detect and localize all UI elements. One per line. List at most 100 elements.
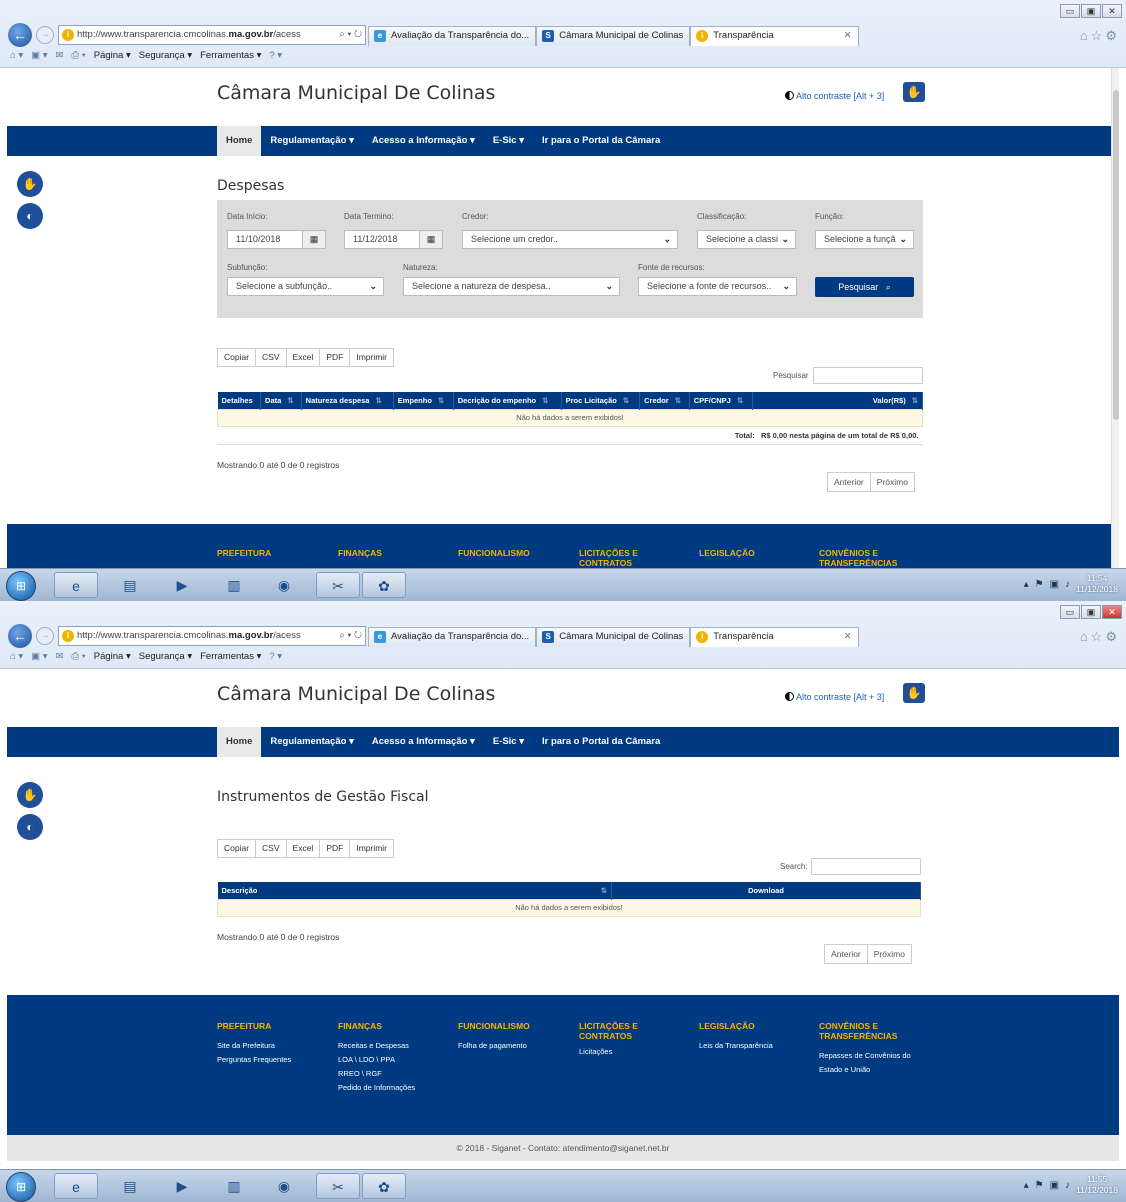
col-empenho[interactable]: Empenho ⇅	[393, 392, 454, 409]
network-icon[interactable]: ▣	[1050, 1180, 1059, 1191]
app-icon[interactable]: ✿	[362, 572, 406, 598]
home-favorites-tools-icons[interactable]: ⌂☆⚙	[1080, 629, 1120, 645]
nav-home[interactable]: Home	[217, 727, 262, 757]
nav-acesso-informacao[interactable]: Acesso a Informação ▾	[363, 126, 484, 156]
tray-arrow-icon[interactable]: ▴	[1024, 579, 1029, 590]
tools-icon[interactable]: ✂	[316, 1173, 360, 1199]
next-button[interactable]: Próximo	[866, 944, 912, 964]
tab-avaliacao[interactable]: e Avaliação da Transparência do...	[368, 26, 537, 46]
excel-button[interactable]: Excel	[285, 348, 321, 367]
col-descricao[interactable]: Descrição ⇅	[217, 882, 612, 899]
menu-ferramentas[interactable]: Ferramentas ▾	[200, 50, 261, 61]
nav-regulamentacao[interactable]: Regulamentação ▾	[261, 727, 362, 757]
start-button[interactable]: ⊞	[6, 571, 36, 601]
volume-icon[interactable]: ♪	[1065, 579, 1070, 590]
mail-icon[interactable]: ✉	[56, 50, 64, 61]
tray-flag-icon[interactable]: ⚑	[1035, 579, 1044, 590]
sign-language-icon[interactable]: ✋	[903, 82, 925, 102]
sign-language-icon[interactable]: ✋	[17, 782, 43, 808]
footer-link[interactable]: Repasses de Convênios do	[819, 1049, 939, 1063]
back-button[interactable]: ←	[8, 23, 32, 47]
natureza-select[interactable]: Selecione a natureza de despesa.. ⌄	[403, 277, 620, 296]
footer-link[interactable]: Perguntas Frequentes	[217, 1053, 337, 1067]
address-bar[interactable]: i http://www.transparencia.cmcolinas.ma.…	[58, 626, 366, 646]
maximize-button[interactable]: ▣	[1081, 605, 1101, 619]
menu-ferramentas[interactable]: Ferramentas ▾	[200, 651, 261, 662]
maximize-button[interactable]: ▣	[1081, 4, 1101, 18]
copy-button[interactable]: Copiar	[217, 348, 257, 367]
explorer-icon[interactable]: ▤	[108, 572, 152, 598]
search-button[interactable]: Pesquisar ⌕	[815, 277, 914, 297]
tab-camara[interactable]: S Câmara Municipal de Colinas	[536, 627, 691, 647]
contrast-link[interactable]: Alto contraste [Alt + 3]	[785, 91, 884, 101]
help-icon[interactable]: ? ▾	[269, 50, 282, 61]
sign-language-icon[interactable]: ✋	[17, 171, 43, 197]
tab-close-icon[interactable]: ✕	[844, 30, 852, 41]
menu-seguranca[interactable]: Segurança ▾	[139, 651, 192, 662]
document-icon[interactable]: ▥	[212, 572, 256, 598]
volume-icon[interactable]: ♪	[1065, 1180, 1070, 1191]
data-termino-input[interactable]: 11/12/2018	[344, 230, 420, 249]
print-icon[interactable]: ⎙ ▾	[72, 651, 86, 662]
footer-link[interactable]: LOA \ LDO \ PPA	[338, 1053, 458, 1067]
csv-button[interactable]: CSV	[255, 839, 287, 858]
next-button[interactable]: Próximo	[869, 472, 915, 492]
ie-icon[interactable]: e	[54, 1173, 98, 1199]
clock[interactable]: 11:55 11/12/2018	[1076, 1174, 1118, 1196]
home-favorites-tools-icons[interactable]: ⌂☆⚙	[1080, 28, 1120, 44]
funcao-select[interactable]: Selecione a funçã ⌄	[815, 230, 914, 249]
home-icon[interactable]: ⌂ ▾	[10, 651, 23, 662]
footer-link[interactable]: Site da Prefeitura	[217, 1039, 337, 1053]
tab-transparencia[interactable]: i Transparência ✕	[690, 26, 859, 46]
col-detalhes[interactable]: Detalhes	[217, 392, 262, 409]
chrome-icon[interactable]: ◉	[262, 1173, 306, 1199]
col-valor[interactable]: Valor(R$) ⇅	[752, 392, 923, 409]
forward-button[interactable]: →	[36, 627, 54, 645]
footer-link[interactable]: RREO \ RGF	[338, 1067, 458, 1081]
sign-language-icon[interactable]: ✋	[903, 683, 925, 703]
calendar-icon[interactable]: ▦	[419, 230, 443, 249]
chrome-icon[interactable]: ◉	[262, 572, 306, 598]
address-tools[interactable]: ⌕ ▾ ↻	[339, 627, 362, 645]
feeds-icon[interactable]: ▣ ▾	[31, 50, 47, 61]
credor-select[interactable]: Selecione um credor.. ⌄	[462, 230, 678, 249]
nav-esic[interactable]: E-Sic ▾	[484, 727, 533, 757]
table-search-input[interactable]	[813, 367, 923, 384]
menu-seguranca[interactable]: Segurança ▾	[139, 50, 192, 61]
nav-acesso-informacao[interactable]: Acesso a Informação ▾	[363, 727, 484, 757]
footer-link[interactable]: Receitas e Despesas	[338, 1039, 458, 1053]
forward-button[interactable]: →	[36, 26, 54, 44]
table-search-input[interactable]	[811, 858, 921, 875]
media-player-icon[interactable]: ▶	[160, 1173, 204, 1199]
excel-button[interactable]: Excel	[285, 839, 321, 858]
tab-avaliacao[interactable]: e Avaliação da Transparência do...	[368, 627, 537, 647]
nav-home[interactable]: Home	[217, 126, 262, 156]
feeds-icon[interactable]: ▣ ▾	[31, 651, 47, 662]
address-tools[interactable]: ⌕ ▾ ↻	[339, 26, 362, 44]
mail-icon[interactable]: ✉	[56, 651, 64, 662]
close-button[interactable]: ✕	[1102, 605, 1122, 619]
col-download[interactable]: Download	[611, 882, 921, 899]
print-button[interactable]: Imprimir	[349, 839, 395, 858]
previous-button[interactable]: Anterior	[824, 944, 868, 964]
footer-link[interactable]: Leis da Transparência	[699, 1039, 819, 1053]
print-icon[interactable]: ⎙ ▾	[72, 50, 86, 61]
clock[interactable]: 11:54 11/12/2018	[1076, 573, 1118, 595]
help-icon[interactable]: ? ▾	[269, 651, 282, 662]
footer-link[interactable]: Pedido de Informações	[338, 1081, 458, 1095]
footer-link[interactable]: Licitações	[579, 1045, 699, 1059]
tab-transparencia[interactable]: i Transparência ✕	[690, 627, 859, 647]
minimize-button[interactable]: ▭	[1060, 605, 1080, 619]
media-player-icon[interactable]: ▶	[160, 572, 204, 598]
tab-camara[interactable]: S Câmara Municipal de Colinas	[536, 26, 691, 46]
ie-icon[interactable]: e	[54, 572, 98, 598]
col-data[interactable]: Data ⇅	[260, 392, 302, 409]
tools-icon[interactable]: ✂	[316, 572, 360, 598]
classificacao-select[interactable]: Selecione a classi ⌄	[697, 230, 796, 249]
footer-link[interactable]: Estado e União	[819, 1063, 939, 1077]
footer-link[interactable]: Folha de pagamento	[458, 1039, 578, 1053]
menu-pagina[interactable]: Página ▾	[94, 651, 131, 662]
menu-pagina[interactable]: Página ▾	[94, 50, 131, 61]
col-cpf-cnpj[interactable]: CPF/CNPJ ⇅	[689, 392, 754, 409]
nav-regulamentacao[interactable]: Regulamentação ▾	[261, 126, 362, 156]
